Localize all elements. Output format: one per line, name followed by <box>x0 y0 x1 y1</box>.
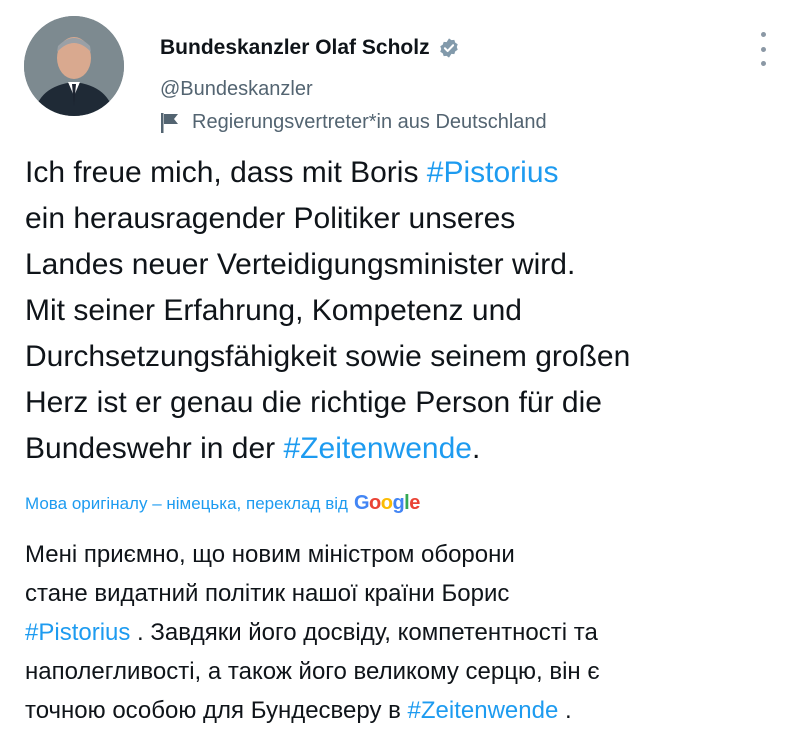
tweet-text-part: ein herausragender Politiker unseres Lan… <box>25 202 631 465</box>
verified-badge-icon <box>438 37 460 59</box>
translated-text-part: Мені приємно, що новим міністром оборони… <box>25 541 515 607</box>
hashtag-link[interactable]: #Pistorius <box>25 619 130 646</box>
translation-notice-text[interactable]: Мова оригіналу – німецька, переклад від <box>25 494 348 514</box>
hashtag-link[interactable]: #Pistorius <box>427 156 559 189</box>
more-options-button[interactable] <box>756 32 770 66</box>
translation-notice[interactable]: Мова оригіналу – німецька, переклад від … <box>25 492 420 515</box>
government-label: Regierungsvertreter*in aus Deutschland <box>192 111 547 133</box>
author-name-row[interactable]: Bundeskanzler Olaf Scholz <box>160 36 460 60</box>
translated-tweet-text: Мені приємно, що новим міністром оборони… <box>25 535 785 730</box>
translated-text-part: . <box>558 697 572 724</box>
google-logo: Google <box>353 492 420 514</box>
government-flag-icon <box>160 112 180 134</box>
tweet-text-part: Ich freue mich, dass mit Boris <box>25 156 427 189</box>
hashtag-link[interactable]: #Zeitenwende <box>284 432 472 465</box>
avatar[interactable] <box>24 16 124 116</box>
tweet-text: Ich freue mich, dass mit Boris #Pistoriu… <box>25 150 785 472</box>
government-label-row: Regierungsvertreter*in aus Deutschland <box>160 111 547 134</box>
tweet-text-part: . <box>471 432 481 465</box>
author-handle[interactable]: @Bundeskanzler <box>160 78 313 101</box>
hashtag-link[interactable]: #Zeitenwende <box>408 697 559 724</box>
author-display-name[interactable]: Bundeskanzler Olaf Scholz <box>160 36 430 60</box>
more-vertical-icon <box>760 32 766 37</box>
